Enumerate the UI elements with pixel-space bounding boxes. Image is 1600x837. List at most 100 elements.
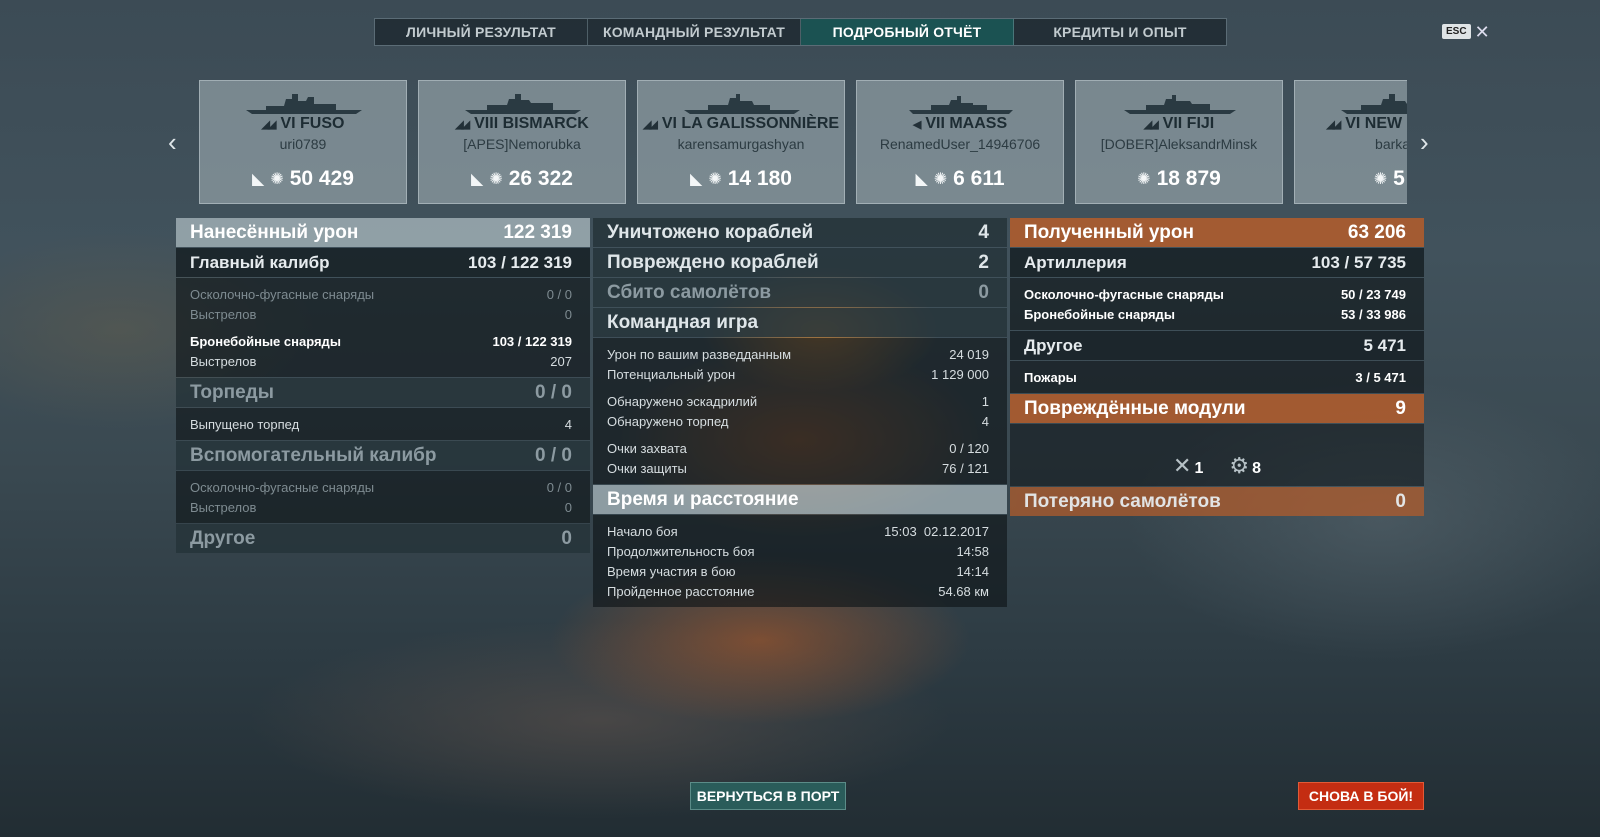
other-damage-header[interactable]: Другое 0 — [176, 524, 590, 553]
row-label: Главный калибр — [190, 252, 330, 272]
combat-column: Уничтожено кораблей 4 Повреждено корабле… — [593, 218, 1007, 608]
ship-damage-value: 50 429 — [289, 167, 354, 190]
player-name: barkal7 — [1375, 136, 1407, 152]
ship-card[interactable]: ◀ VII MAASS RenamedUser_14946706 ◣ ✺ 6 611 — [856, 80, 1064, 204]
tab-credits-exp[interactable]: КРЕДИТЫ И ОПЫТ — [1014, 19, 1226, 45]
ship-name: VII FIJI — [1162, 115, 1215, 132]
detail-line: Выстрелов 0 — [190, 306, 572, 322]
section-title: Вспомогательный калибр — [190, 444, 437, 466]
ship-name: VI FUSO — [280, 115, 345, 132]
ships-destroyed-header[interactable]: Уничтожено кораблей 4 — [593, 218, 1007, 247]
ship-card[interactable]: ◢◢ VI NEW MEXICO barkal7 ✺ 5 8 — [1294, 80, 1407, 204]
battleship-class-icon: ◢◢ — [261, 118, 277, 131]
ship-card[interactable]: ◢◢ VI FUSO uri0789 ◣ ✺ 50 429 — [199, 80, 407, 204]
detail-line: Пожары 3 / 5 471 — [1024, 369, 1406, 385]
damage-received-header[interactable]: Полученный урон 63 206 — [1010, 218, 1424, 247]
torpedoes-header[interactable]: Торпеды 0 / 0 — [176, 378, 590, 407]
teamwork-header: Командная игра — [593, 308, 1007, 337]
damaged-modules-list: ✕ 1 ⚙ 8 — [1010, 424, 1424, 486]
torpedoes-details: Выпущено торпед 4 — [176, 408, 590, 440]
ship-silhouette-icon — [1341, 94, 1407, 114]
detail-line: Выпущено торпед 4 — [190, 416, 572, 432]
cruiser-class-icon: ◢◢ — [1143, 118, 1159, 131]
carousel-prev-arrow-icon[interactable]: ‹ — [168, 128, 177, 156]
detail-line: Урон по вашим разведданным 24 019 — [607, 346, 989, 362]
ship-card[interactable]: ◢◢ VIII BISMARCK [APES]Nemorubka ◣ ✺ 26 322 — [418, 80, 626, 204]
artillery-row: Артиллерия 103 / 57 735 — [1010, 248, 1424, 277]
ship-silhouette-icon — [246, 94, 362, 114]
detail-line: Обнаружено эскадрилий 1 — [607, 393, 989, 409]
gun-module-icon: ✕ — [1173, 453, 1192, 478]
battle-again-button[interactable]: СНОВА В БОЙ! — [1298, 782, 1424, 810]
detail-line: Бронебойные снаряды 53 / 33 986 — [1024, 306, 1406, 322]
secondary-battery-details: Осколочно-фугасные снаряды 0 / 0 Выстрело… — [176, 471, 590, 523]
section-title: Повреждённые модули — [1024, 397, 1246, 419]
row-value: 103 / 122 319 — [468, 252, 572, 272]
section-title: Повреждено кораблей — [607, 251, 819, 273]
ship-damage-value: 14 180 — [727, 167, 792, 190]
row-label: Артиллерия — [1024, 252, 1127, 272]
damage-dealt-column: Нанесённый урон 122 319 Главный калибр 1… — [176, 218, 590, 554]
sunk-ship-icon: ◣ — [690, 171, 703, 188]
planes-shot-down-header[interactable]: Сбито самолётов 0 — [593, 278, 1007, 307]
section-value: 2 — [978, 251, 989, 273]
result-tabs: ЛИЧНЫЙ РЕЗУЛЬТАТ КОМАНДНЫЙ РЕЗУЛЬТАТ ПОД… — [374, 18, 1227, 46]
ships-damaged-header[interactable]: Повреждено кораблей 2 — [593, 248, 1007, 277]
ship-silhouette-icon — [1124, 95, 1236, 114]
return-to-port-button[interactable]: ВЕРНУТЬСЯ В ПОРТ — [690, 782, 846, 810]
detail-line: Потенциальный урон 1 129 000 — [607, 366, 989, 382]
ship-card[interactable]: ◢◢ VII FIJI [DOBER]AleksandrMinsk ✺ 18 879 — [1075, 80, 1283, 204]
damage-burst-icon: ✺ — [1137, 171, 1151, 188]
row-label: Другое — [1024, 335, 1083, 355]
damage-dealt-header[interactable]: Нанесённый урон 122 319 — [176, 218, 590, 247]
battleship-class-icon: ◢◢ — [455, 118, 470, 131]
damage-burst-icon: ✺ — [933, 171, 948, 188]
section-title: Нанесённый урон — [190, 221, 359, 243]
cruiser-class-icon: ◢◢ — [642, 118, 658, 131]
planes-lost-header[interactable]: Потеряно самолётов 0 — [1010, 487, 1424, 516]
teamwork-details: Урон по вашим разведданным 24 019 Потенци… — [593, 338, 1007, 484]
ship-name: VI LA GALISSONNIÈRE — [661, 115, 840, 132]
damage-burst-icon: ✺ — [489, 171, 503, 188]
detail-line: Выстрелов 207 — [190, 353, 572, 369]
ship-carousel: ◢◢ VI FUSO uri0789 ◣ ✺ 50 429 ◢◢ VIII BISMAR… — [199, 80, 1407, 204]
tab-detailed-report[interactable]: ПОДРОБНЫЙ ОТЧЁТ — [801, 19, 1014, 45]
damaged-modules-header[interactable]: Повреждённые модули 9 — [1010, 394, 1424, 423]
ship-damage-value: 26 322 — [508, 167, 573, 190]
ship-name: VI NEW MEXICO — [1345, 115, 1407, 132]
destroyer-class-icon: ◀ — [912, 118, 922, 131]
section-value: 122 319 — [503, 221, 572, 243]
tab-personal-result[interactable]: ЛИЧНЫЙ РЕЗУЛЬТАТ — [375, 19, 588, 45]
module-item: ⚙ 8 — [1229, 453, 1261, 478]
esc-key-label: ESC — [1442, 24, 1471, 39]
module-item: ✕ 1 — [1173, 453, 1204, 478]
sunk-ship-icon: ◣ — [471, 171, 484, 188]
tab-team-result[interactable]: КОМАНДНЫЙ РЕЗУЛЬТАТ — [588, 19, 801, 45]
ship-name: VIII BISMARCK — [474, 115, 589, 132]
section-value: 0 — [978, 281, 989, 303]
detail-line: Начало боя 15:03 02.12.2017 — [607, 523, 989, 539]
detail-line: Выстрелов 0 — [190, 499, 572, 515]
battleship-class-icon: ◢◢ — [1326, 118, 1341, 131]
esc-close-button[interactable]: ESC ✕ — [1442, 21, 1490, 42]
section-value: 0 / 0 — [535, 381, 572, 403]
damage-burst-icon: ✺ — [1373, 171, 1388, 188]
detail-line: Осколочно-фугасные снаряды 50 / 23 749 — [1024, 286, 1406, 302]
section-value: 0 — [561, 527, 572, 549]
section-title: Торпеды — [190, 381, 274, 403]
sunk-ship-icon: ◣ — [915, 171, 928, 188]
ship-silhouette-icon — [909, 96, 1013, 114]
detail-line: Осколочно-фугасные снаряды 0 / 0 — [190, 286, 572, 302]
damage-burst-icon: ✺ — [708, 171, 722, 188]
section-title: Время и расстояние — [607, 488, 799, 510]
ship-card[interactable]: ◢◢ VI LA GALISSONNIÈRE karensamurgashyan … — [637, 80, 845, 204]
other-received-details: Пожары 3 / 5 471 — [1010, 361, 1424, 393]
secondary-battery-header[interactable]: Вспомогательный калибр 0 / 0 — [176, 441, 590, 470]
close-icon: ✕ — [1474, 21, 1490, 42]
player-name: karensamurgashyan — [677, 136, 805, 152]
ship-silhouette-icon — [465, 94, 581, 114]
carousel-next-arrow-icon[interactable]: › — [1420, 128, 1429, 156]
ship-damage-value: 18 879 — [1156, 167, 1221, 190]
section-value: 63 206 — [1347, 221, 1406, 243]
detail-line: Пройденное расстояние 54.68 км — [607, 583, 989, 599]
